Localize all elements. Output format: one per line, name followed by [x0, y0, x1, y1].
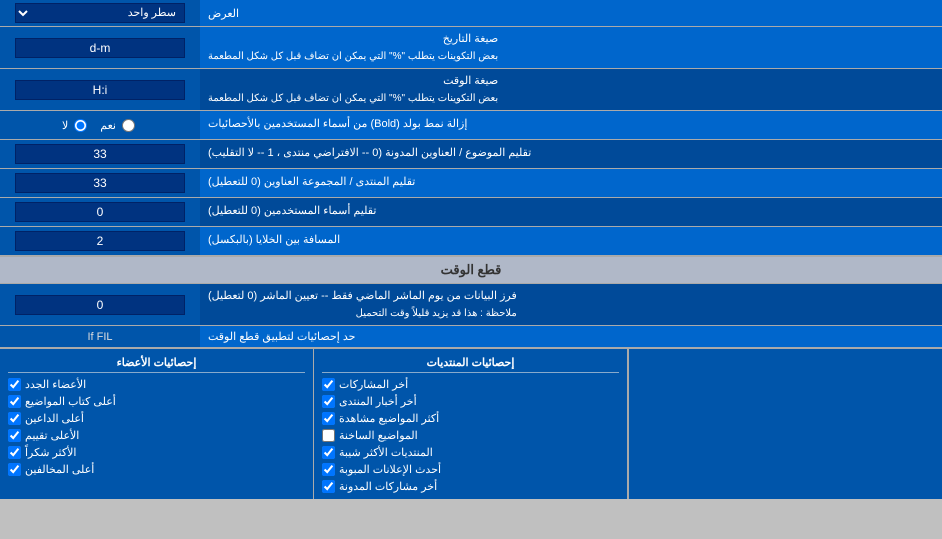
checkbox-hot-topics: المواضيع الساخنة [322, 427, 619, 444]
cutoff-days-row: فرز البيانات من يوم الماشر الماضي فقط --… [0, 284, 942, 326]
cell-spacing-row: المسافة بين الخلايا (بالبكسل) [0, 227, 942, 256]
checkbox-most-forums: المنتديات الأكثر شيبة [322, 444, 619, 461]
time-format-row: صيغة الوقت بعض التكوينات يتطلب "%" التي … [0, 69, 942, 111]
checkbox-col-members: إحصائيات الأعضاء الأعضاء الجدد أعلى كتاب… [0, 349, 313, 499]
checkbox-most-thanks-input[interactable] [8, 446, 21, 459]
topic-trim-label: تقليم الموضوع / العناوين المدونة (0 -- ا… [200, 140, 942, 168]
time-format-input-cell [0, 69, 200, 110]
forum-trim-input[interactable] [15, 173, 185, 193]
checkbox-last-news: أخر أخبار المنتدى [322, 393, 619, 410]
time-format-input[interactable] [15, 80, 185, 100]
limit-value-cell: If FIL [0, 326, 200, 347]
radio-yes-label: نعم [100, 119, 138, 132]
username-trim-input-cell [0, 198, 200, 226]
forum-trim-row: تقليم المنتدى / المجموعة العناوين (0 للت… [0, 169, 942, 198]
date-format-label: صيغة التاريخ بعض التكوينات يتطلب "%" الت… [200, 27, 942, 68]
checkbox-most-forums-input[interactable] [322, 446, 335, 459]
checkbox-top-rated: الأعلى تقييم [8, 427, 305, 444]
checkbox-most-thanks: الأكثر شكراً [8, 444, 305, 461]
remove-bold-radio-cell: نعم لا [0, 111, 200, 139]
checkbox-top-rated-input[interactable] [8, 429, 21, 442]
forums-stats-title: إحصائيات المنتديات [322, 353, 619, 373]
limit-row-wrapper: حد إحصائيات لتطبيق قطع الوقت If FIL [0, 326, 942, 348]
checkbox-new-members-input[interactable] [8, 378, 21, 391]
checkbox-top-writers: أعلى كتاب المواضيع [8, 393, 305, 410]
checkbox-hot-topics-input[interactable] [322, 429, 335, 442]
checkbox-blog-posts: أخر مشاركات المدونة [322, 478, 619, 495]
forum-trim-label: تقليم المنتدى / المجموعة العناوين (0 للت… [200, 169, 942, 197]
cell-spacing-label: المسافة بين الخلايا (بالبكسل) [200, 227, 942, 255]
checkbox-last-posts-input[interactable] [322, 378, 335, 391]
topic-trim-input-cell [0, 140, 200, 168]
checkbox-top-violators: أعلى المخالفين [8, 461, 305, 478]
checkbox-latest-ads-input[interactable] [322, 463, 335, 476]
date-format-row: صيغة التاريخ بعض التكوينات يتطلب "%" الت… [0, 27, 942, 69]
time-format-label: صيغة الوقت بعض التكوينات يتطلب "%" التي … [200, 69, 942, 110]
cutoff-days-input[interactable] [15, 295, 185, 315]
radio-yes[interactable] [122, 119, 135, 132]
checkbox-last-news-input[interactable] [322, 395, 335, 408]
cutoff-days-input-cell [0, 284, 200, 325]
checkbox-top-violators-input[interactable] [8, 463, 21, 476]
cell-spacing-input[interactable] [15, 231, 185, 251]
radio-no-label: لا [62, 119, 90, 132]
checkbox-latest-ads: أحدث الإعلانات المبوبة [322, 461, 619, 478]
cutoff-section-header: قطع الوقت [0, 256, 942, 284]
cutoff-days-label: فرز البيانات من يوم الماشر الماضي فقط --… [200, 284, 942, 325]
checkbox-new-members: الأعضاء الجدد [8, 376, 305, 393]
remove-bold-row: إزالة نمط بولد (Bold) من أسماء المستخدمي… [0, 111, 942, 140]
username-trim-label: تقليم أسماء المستخدمين (0 للتعطيل) [200, 198, 942, 226]
date-format-input[interactable] [15, 38, 185, 58]
checkbox-most-viewed: أكثر المواضيع مشاهدة [322, 410, 619, 427]
radio-no[interactable] [74, 119, 87, 132]
username-trim-input[interactable] [15, 202, 185, 222]
checkbox-most-viewed-input[interactable] [322, 412, 335, 425]
topic-trim-row: تقليم الموضوع / العناوين المدونة (0 -- ا… [0, 140, 942, 169]
members-stats-title: إحصائيات الأعضاء [8, 353, 305, 373]
checkbox-col-forums: إحصائيات المنتديات أخر المشاركات أخر أخب… [313, 349, 628, 499]
checkbox-top-posters-input[interactable] [8, 412, 21, 425]
limit-note: If FIL [87, 331, 112, 343]
checkbox-blog-posts-input[interactable] [322, 480, 335, 493]
cell-spacing-input-cell [0, 227, 200, 255]
limit-label: حد إحصائيات لتطبيق قطع الوقت [200, 326, 942, 347]
remove-bold-label: إزالة نمط بولد (Bold) من أسماء المستخدمي… [200, 111, 942, 139]
checkbox-col-right [628, 349, 942, 499]
username-trim-row: تقليم أسماء المستخدمين (0 للتعطيل) [0, 198, 942, 227]
date-format-input-cell [0, 27, 200, 68]
checkboxes-section: إحصائيات المنتديات أخر المشاركات أخر أخب… [0, 348, 942, 499]
checkbox-top-posters: أعلى الداعين [8, 410, 305, 427]
display-select-cell: سطر واحد سطرين ثلاثة أسطر [0, 0, 200, 26]
topic-trim-input[interactable] [15, 144, 185, 164]
checkbox-top-writers-input[interactable] [8, 395, 21, 408]
display-select[interactable]: سطر واحد سطرين ثلاثة أسطر [15, 3, 185, 23]
forum-trim-input-cell [0, 169, 200, 197]
display-label: العرض [200, 0, 942, 26]
checkbox-last-posts: أخر المشاركات [322, 376, 619, 393]
